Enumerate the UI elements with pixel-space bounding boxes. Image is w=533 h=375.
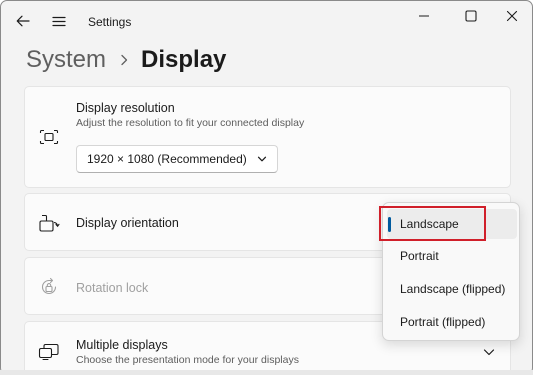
chevron-right-icon: [120, 54, 128, 66]
background-strip: [0, 370, 533, 375]
chevron-down-icon: [257, 154, 267, 164]
display-resolution-title: Display resolution: [76, 101, 175, 115]
multiple-monitors-icon: [37, 340, 61, 364]
option-label: Portrait (flipped): [400, 315, 486, 329]
display-resolution-subtitle: Adjust the resolution to fit your connec…: [76, 117, 305, 129]
orientation-option-portrait[interactable]: Portrait: [387, 241, 517, 271]
title-bar: Settings: [1, 1, 532, 41]
hamburger-icon[interactable]: [47, 9, 71, 33]
annotation-highlight-box: [379, 206, 486, 241]
back-arrow-icon[interactable]: [11, 9, 35, 33]
rotation-lock-icon: [37, 275, 61, 299]
app-title: Settings: [88, 15, 132, 29]
resolution-dropdown[interactable]: 1920 × 1080 (Recommended): [76, 145, 278, 173]
breadcrumb-system-link[interactable]: System: [26, 46, 106, 74]
resize-screen-icon: [37, 125, 61, 149]
breadcrumb: System Display: [26, 43, 226, 77]
settings-window: Settings System Display Display resoluti…: [0, 0, 533, 375]
maximize-icon[interactable]: [448, 3, 494, 29]
orientation-option-landscape-flipped[interactable]: Landscape (flipped): [387, 274, 517, 304]
chevron-down-icon[interactable]: [483, 347, 495, 357]
minimize-icon[interactable]: [401, 3, 447, 29]
option-label: Portrait: [400, 249, 439, 263]
display-resolution-card: Display resolution Adjust the resolution…: [24, 86, 511, 188]
display-orientation-title: Display orientation: [76, 216, 179, 230]
orientation-option-portrait-flipped[interactable]: Portrait (flipped): [387, 307, 517, 337]
rotation-lock-title: Rotation lock: [76, 281, 149, 295]
option-label: Landscape (flipped): [400, 282, 506, 296]
multiple-displays-title: Multiple displays: [76, 338, 168, 352]
multiple-displays-subtitle: Choose the presentation mode for your di…: [76, 354, 299, 366]
display-rotate-icon: [37, 211, 61, 235]
resolution-dropdown-value: 1920 × 1080 (Recommended): [87, 152, 247, 166]
page-title: Display: [141, 46, 227, 73]
close-icon[interactable]: [489, 3, 532, 29]
